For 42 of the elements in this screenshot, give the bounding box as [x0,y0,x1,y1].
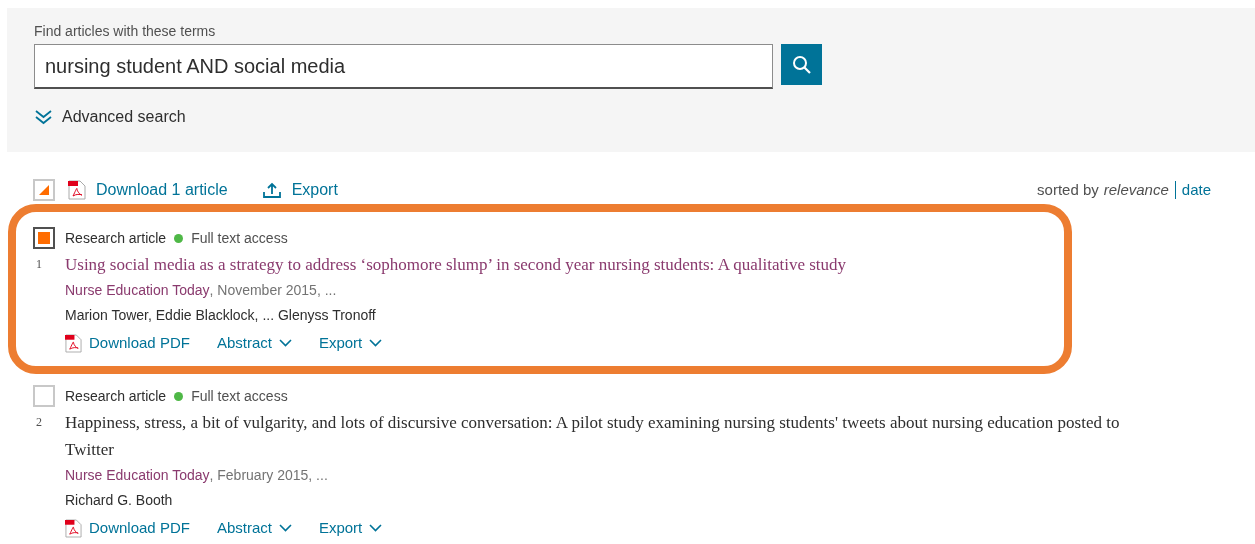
publication-date: , February 2015, ... [209,466,328,485]
field-label: Find articles with these terms [34,22,217,40]
select-all-checkbox[interactable] [33,179,55,201]
pdf-icon [65,518,82,538]
sort-option[interactable]: date [1181,178,1211,202]
abstract-toggle[interactable]: Abstract [216,331,272,355]
export-link[interactable]: Export [291,178,338,202]
access-label: Full text access [191,386,288,406]
result-number: 1 [35,256,43,272]
download-link[interactable]: Download 1 article [96,178,228,202]
upload-icon [262,181,281,199]
sort-label: sorted by [1037,179,1099,200]
search-button[interactable] [781,44,822,85]
search-field[interactable]: nursing student AND social media [34,44,773,89]
export-dropdown[interactable]: Export [318,516,363,540]
article-type: Research article [65,228,167,248]
result-checkbox[interactable] [33,227,55,249]
publication-date: , November 2015, ... [209,281,337,300]
abstract-toggle[interactable]: Abstract [216,516,272,540]
download-pdf-link[interactable]: Download PDF [89,331,190,355]
journal-link[interactable]: Nurse Education Today [65,463,210,488]
chevron-down-icon [278,524,292,532]
access-label: Full text access [191,228,288,248]
double-chevron-icon [35,109,52,125]
search-icon [791,54,812,75]
sort-option[interactable]: relevance [1103,178,1169,202]
pdf-icon [68,180,86,200]
article-type: Research article [65,386,167,406]
journal-link[interactable]: Nurse Education Today [65,278,210,303]
chevron-down-icon [369,524,383,532]
partial-selection-icon [39,185,49,195]
result-number: 2 [35,414,43,430]
article-title-link[interactable]: Using social media as a strategy to address ‘sophomore slump’ in second year nursing students: A qualitative study [65,251,1064,278]
author-list: Richard G. Booth [65,488,1150,513]
chevron-down-icon [369,339,383,347]
author-list: Marion Tower, Eddie Blacklock, ... Glenyss Tronoff [65,303,1064,328]
download-pdf-link[interactable]: Download PDF [89,516,190,540]
pdf-icon [65,333,82,353]
export-dropdown[interactable]: Export [318,331,363,355]
advanced-search-link[interactable]: Advanced search [62,105,186,129]
chevron-down-icon [278,339,292,347]
article-title-link[interactable]: Happiness, stress, a bit of vulgarity, and lots of discursive conversation: A pilot study examining nursing students' tweets about nursing education posted to Twitter [65,409,1150,463]
